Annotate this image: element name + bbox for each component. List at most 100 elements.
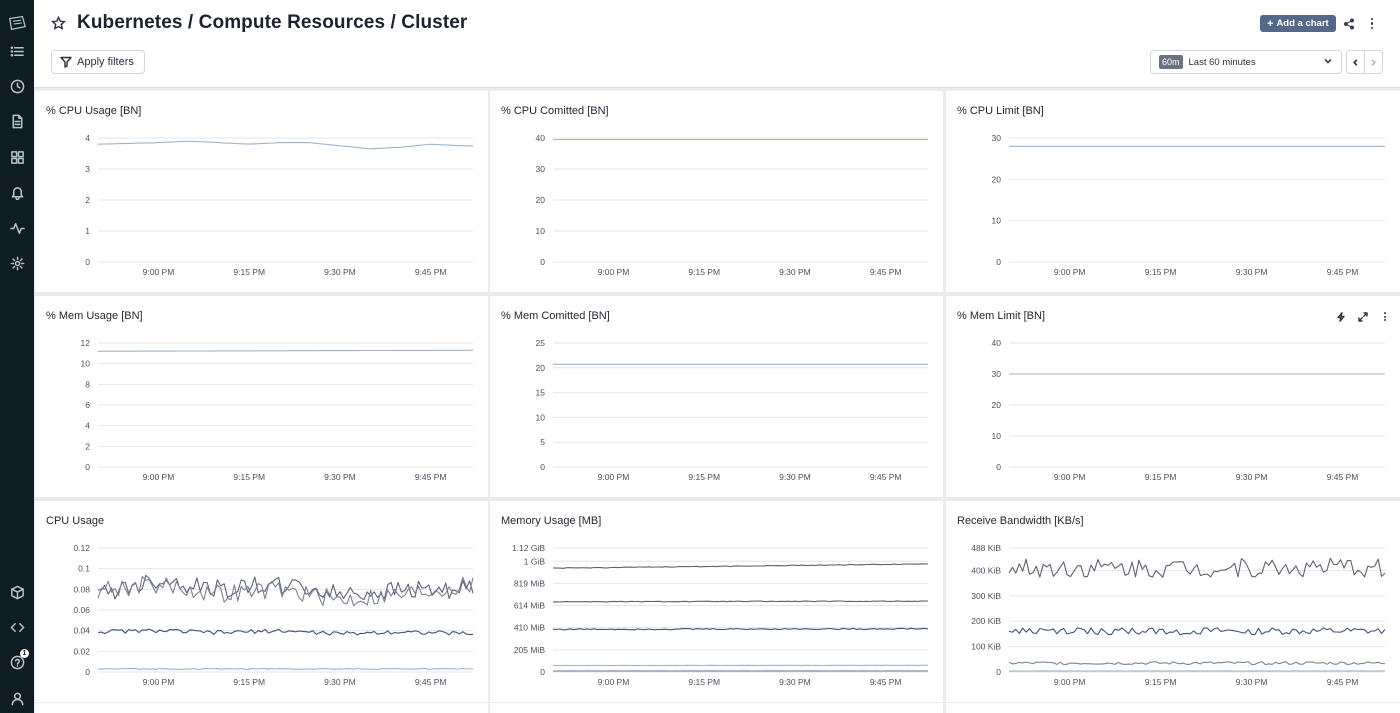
series-line-1 [97, 349, 474, 352]
page-title: Kubernetes / Compute Resources / Cluster [77, 12, 468, 33]
logo-icon[interactable] [7, 13, 27, 33]
series-line-4 [97, 667, 474, 670]
y-tick-label: 30 [992, 369, 1002, 379]
y-tick-label: 40 [992, 338, 1002, 348]
y-tick-label: 0 [85, 462, 90, 472]
x-tick-label: 9:15 PM [1145, 267, 1177, 277]
chart-panel-cpu-usage[interactable]: CPU Usage 0 0.02 0.04 0.06 0.08 0.1 0.12 9:00 PM… [35, 501, 488, 702]
favorite-star-icon[interactable] [50, 15, 67, 31]
y-tick-label: 25 [536, 338, 546, 348]
add-chart-label: Add a chart [1276, 18, 1329, 29]
code-icon[interactable] [7, 617, 27, 637]
share-icon[interactable] [1343, 17, 1356, 30]
chevron-down-icon [1323, 53, 1333, 71]
x-tick-label: 9:30 PM [779, 677, 811, 687]
clock-icon[interactable] [7, 76, 27, 96]
y-tick-label: 2 [85, 441, 90, 451]
y-tick-label: 10 [992, 216, 1002, 226]
time-range-picker[interactable]: 60m Last 60 minutes [1150, 50, 1342, 74]
list-icon[interactable] [7, 41, 27, 61]
x-tick-label: 9:30 PM [1236, 677, 1268, 687]
y-tick-label: 400 KiB [971, 565, 1001, 575]
gear-icon[interactable] [7, 253, 27, 273]
series-line-3 [552, 627, 929, 631]
y-tick-label: 2 [85, 195, 90, 205]
dashboard-grid-icon[interactable] [7, 147, 27, 167]
y-tick-label: 4 [85, 421, 90, 431]
x-tick-label: 9:30 PM [1236, 267, 1268, 277]
chart-panel-cpu-limit-bn[interactable]: % CPU Limit [BN] 0 10 20 30 9:00 PM 9:15 PM 9:3… [946, 91, 1400, 292]
y-tick-label: 200 KiB [971, 616, 1001, 626]
chart-svg: 0 10 20 30 40 9:00 PM 9:15 PM 9:30 PM 9:45 PM [992, 338, 1385, 482]
series-line-3 [97, 628, 474, 636]
time-back-button[interactable] [1347, 51, 1365, 73]
x-tick-label: 9:30 PM [324, 472, 356, 482]
y-tick-label: 0.08 [73, 584, 90, 594]
x-tick-label: 9:15 PM [233, 472, 265, 482]
y-tick-label: 0 [996, 462, 1001, 472]
series-line-1 [552, 563, 929, 569]
help-icon[interactable]: 1 [7, 649, 29, 672]
y-tick-label: 30 [536, 164, 546, 174]
y-tick-label: 10 [536, 412, 546, 422]
y-tick-label: 5 [540, 437, 545, 447]
y-tick-label: 0 [85, 667, 90, 677]
chart-panel-mem-usage-bn[interactable]: % Mem Usage [BN] 0 2 4 6 8 10 12 9:00 PM 9:15 PM 9… [35, 296, 488, 497]
x-tick-label: 9:45 PM [870, 677, 902, 687]
chart-svg: 0 5 10 15 20 25 9:00 PM 9:15 PM 9:30 PM 9:45 PM [536, 338, 928, 482]
chart-svg: 0 10 20 30 9:00 PM 9:15 PM 9:30 PM 9:45 PM [992, 133, 1385, 277]
x-tick-label: 9:00 PM [1054, 267, 1086, 277]
series-line-3 [1008, 661, 1386, 666]
y-tick-label: 819 MiB [514, 578, 546, 588]
y-tick-label: 1.12 GiB [512, 543, 545, 553]
x-tick-label: 9:45 PM [1327, 472, 1359, 482]
x-tick-label: 9:00 PM [1054, 472, 1086, 482]
y-tick-label: 0.1 [78, 564, 90, 574]
y-tick-label: 15 [536, 388, 546, 398]
x-tick-label: 9:00 PM [598, 267, 630, 277]
x-tick-label: 9:15 PM [1145, 472, 1177, 482]
bell-icon[interactable] [7, 182, 27, 202]
y-tick-label: 6 [85, 400, 90, 410]
document-icon[interactable] [7, 111, 27, 131]
x-tick-label: 9:30 PM [779, 472, 811, 482]
y-tick-label: 0 [85, 257, 90, 267]
y-tick-label: 10 [992, 431, 1002, 441]
user-icon[interactable] [7, 688, 27, 708]
chart-panel-receive-bandwidth-kb-s[interactable]: Receive Bandwidth [KB/s] 0 100 KiB 200 KiB 3… [946, 501, 1400, 702]
x-tick-label: 9:30 PM [1236, 472, 1268, 482]
time-forward-button[interactable] [1365, 51, 1382, 73]
apply-filters-button[interactable]: Apply filters [51, 50, 145, 74]
series-line-1 [1008, 557, 1386, 578]
chart-svg: 0 0.02 0.04 0.06 0.08 0.1 0.12 9:00 PM 9:15 PM 9:… [73, 543, 474, 687]
y-tick-label: 0.02 [73, 646, 90, 656]
series-line-2 [1008, 627, 1386, 636]
chart-svg: 0 205 MiB 410 MiB 614 MiB 819 MiB 1 GiB 1.12 G… [512, 543, 929, 687]
apply-filters-label: Apply filters [77, 56, 134, 68]
y-tick-label: 410 MiB [514, 623, 546, 633]
x-tick-label: 9:45 PM [870, 267, 902, 277]
chevron-right-icon [1371, 58, 1376, 66]
y-tick-label: 0.06 [73, 605, 90, 615]
x-tick-label: 9:00 PM [598, 472, 630, 482]
x-tick-label: 9:45 PM [415, 267, 447, 277]
y-tick-label: 10 [536, 226, 546, 236]
x-tick-label: 9:45 PM [415, 677, 447, 687]
activity-icon[interactable] [7, 218, 27, 238]
y-tick-label: 100 KiB [971, 642, 1001, 652]
add-chart-button[interactable]: + Add a chart [1260, 15, 1336, 32]
chart-panel-mem-limit-bn[interactable]: % Mem Limit [BN] 0 10 20 30 40 9:00 PM 9:15 PM 9… [946, 296, 1400, 497]
chart-panel-memory-usage-mb[interactable]: Memory Usage [MB] 0 205 MiB 410 MiB 614 MiB 8… [490, 501, 943, 702]
chart-panel-mem-comitted-bn[interactable]: % Mem Comitted [BN] 0 5 10 15 20 25 9:00 PM 9:15… [490, 296, 943, 497]
more-options-icon[interactable] [1366, 17, 1378, 30]
y-tick-label: 20 [992, 174, 1002, 184]
time-range-badge: 60m [1159, 55, 1183, 69]
next-row-panel [490, 703, 943, 713]
chart-panel-cpu-usage-bn[interactable]: % CPU Usage [BN] 0 1 2 3 4 9:00 PM 9:15 PM 9:30 … [35, 91, 488, 292]
x-tick-label: 9:00 PM [143, 267, 175, 277]
y-tick-label: 40 [536, 133, 546, 143]
x-tick-label: 9:45 PM [870, 472, 902, 482]
x-tick-label: 9:45 PM [415, 472, 447, 482]
chart-panel-cpu-comitted-bn[interactable]: % CPU Comitted [BN] 0 10 20 30 40 9:00 PM 9:15 … [490, 91, 943, 292]
package-icon[interactable] [7, 582, 27, 602]
